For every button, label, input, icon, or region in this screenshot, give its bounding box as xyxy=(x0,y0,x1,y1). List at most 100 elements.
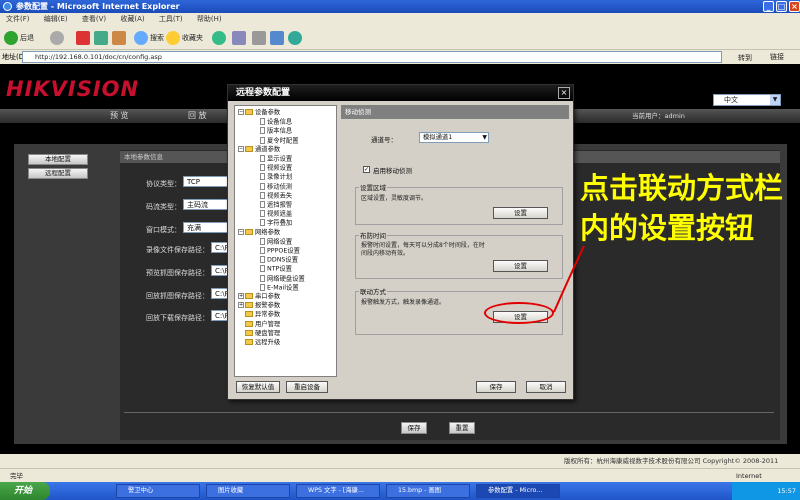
expand-toggle-icon[interactable]: − xyxy=(238,228,244,235)
taskbar-item[interactable]: 15.bmp - 画图 xyxy=(386,484,470,498)
history-button[interactable] xyxy=(212,30,228,46)
tree-item[interactable]: 网络硬盘设置 xyxy=(260,274,305,284)
channel-select[interactable]: 模拟通道1 ▼ xyxy=(419,132,489,143)
tree-item[interactable]: PPPOE设置 xyxy=(260,247,300,256)
tree-item[interactable]: 移动侦测 xyxy=(260,182,292,192)
folder-icon xyxy=(245,311,253,318)
expand-toggle-icon[interactable]: + xyxy=(238,302,244,309)
document-icon xyxy=(260,237,265,245)
dialog-cancel-button[interactable]: 取消 xyxy=(526,381,566,393)
download-path-input[interactable]: C:\P xyxy=(211,310,229,321)
expand-toggle-icon[interactable]: − xyxy=(238,145,244,152)
nav-playback[interactable]: 回 放 xyxy=(188,109,207,123)
status-text: 完毕 xyxy=(10,472,23,480)
address-input[interactable]: http://192.168.0.101/doc/cn/config.asp xyxy=(22,51,722,63)
enable-checkbox[interactable]: ✓ xyxy=(363,166,370,173)
tree-item[interactable]: 异常参数 xyxy=(238,311,280,319)
local-config-button[interactable]: 本地配置 xyxy=(28,154,88,165)
dialog-save-button[interactable]: 保存 xyxy=(476,381,516,393)
schedule-settings-button[interactable]: 设置 xyxy=(493,260,548,272)
restore-defaults-button[interactable]: 恢复默认值 xyxy=(236,381,280,393)
close-icon[interactable]: × xyxy=(789,1,800,12)
dialog-titlebar[interactable]: 远程参数配置 xyxy=(228,85,573,101)
tree-item[interactable]: 字符叠加 xyxy=(260,219,292,228)
tree-item[interactable]: 硬盘管理 xyxy=(238,329,280,338)
expand-toggle-icon[interactable]: − xyxy=(238,109,244,115)
menu-favorites[interactable]: 收藏(A) xyxy=(120,15,144,23)
window-mode-select[interactable]: 充满 xyxy=(183,222,228,233)
download-path-label: 回放下载保存路径： xyxy=(146,314,209,322)
tree-item[interactable]: 录像计划 xyxy=(260,173,292,182)
tree-item[interactable]: 显示设置 xyxy=(260,155,292,164)
nav-preview[interactable]: 预 览 xyxy=(110,109,129,123)
menu-file[interactable]: 文件(F) xyxy=(6,15,30,23)
taskbar-item[interactable]: 警卫中心 xyxy=(116,484,200,498)
tree-item[interactable]: 遮挡报警 xyxy=(260,201,292,210)
tree-item[interactable]: 视频丢失 xyxy=(260,191,292,201)
tree-item[interactable]: 视频遮盖 xyxy=(260,210,292,219)
tree-item[interactable]: 版本信息 xyxy=(260,127,292,136)
forward-arrow-icon xyxy=(50,31,64,45)
tree-item[interactable]: DDNS设置 xyxy=(260,256,298,265)
status-bar: 完毕 Internet xyxy=(0,468,800,482)
stop-button[interactable] xyxy=(76,30,92,46)
tree-item[interactable]: 用户管理 xyxy=(238,320,280,329)
messenger-button[interactable] xyxy=(288,30,304,46)
favorites-button[interactable]: 收藏夹 xyxy=(166,30,203,46)
menu-tools[interactable]: 工具(T) xyxy=(159,15,183,23)
go-button[interactable]: 转到 xyxy=(738,51,752,65)
tree-item[interactable]: 视频设置 xyxy=(260,164,292,173)
preview-snap-input[interactable]: C:\P xyxy=(211,265,229,276)
area-settings-button[interactable]: 设置 xyxy=(493,207,548,219)
protocol-select[interactable]: TCP xyxy=(183,176,228,187)
menu-help[interactable]: 帮助(H) xyxy=(197,15,222,23)
links-button[interactable]: 链接 xyxy=(770,50,784,64)
menu-view[interactable]: 查看(V) xyxy=(82,15,106,23)
page-save-button[interactable]: 保存 xyxy=(401,422,427,434)
taskbar-item-active[interactable]: 参数配置 - Micro... xyxy=(476,484,560,498)
start-button[interactable]: 开始 xyxy=(0,482,50,500)
enable-label: 启用移动侦测 xyxy=(373,167,412,175)
record-path-input[interactable]: C:\P xyxy=(211,242,229,253)
edit-button[interactable] xyxy=(270,30,286,46)
tree-item[interactable]: 夏令时配置 xyxy=(260,136,298,146)
tree-item[interactable]: NTP设置 xyxy=(260,265,292,274)
mail-button[interactable] xyxy=(232,30,248,46)
menu-edit[interactable]: 编辑(E) xyxy=(44,15,68,23)
window-title: 参数配置 - Microsoft Internet Explorer xyxy=(16,2,180,11)
tree-item[interactable]: 网络设置 xyxy=(260,237,292,247)
print-button[interactable] xyxy=(252,30,268,46)
stop-icon xyxy=(76,31,90,45)
refresh-icon xyxy=(94,31,108,45)
language-select[interactable]: 中文 ▼ xyxy=(713,94,781,106)
taskbar-item[interactable]: WPS 文字 - [海康... xyxy=(296,484,380,498)
expand-toggle-icon[interactable]: + xyxy=(238,293,244,299)
tree-item[interactable]: − 网络参数 xyxy=(238,228,280,237)
stream-select[interactable]: 主码流 xyxy=(183,199,228,210)
tree-item[interactable]: − 设备参数 xyxy=(238,109,280,117)
minimize-icon[interactable]: _ xyxy=(763,1,774,12)
tree-item[interactable]: E-Mail设置 xyxy=(260,283,299,293)
forward-button[interactable] xyxy=(50,30,66,46)
remote-config-button[interactable]: 远程配置 xyxy=(28,168,88,179)
back-button[interactable]: 后退 xyxy=(4,30,34,46)
annotation-text: 点击联动方式栏内的设置按钮 xyxy=(580,171,784,245)
tree-item[interactable]: 远程升级 xyxy=(238,339,280,347)
folder-icon xyxy=(245,228,253,235)
tree-item[interactable]: − 通道参数 xyxy=(238,145,280,154)
playback-snap-input[interactable]: C:\P xyxy=(211,288,229,299)
copyright: 版权所有：杭州海康威视数字技术股份有限公司 Copyright© 2008-20… xyxy=(564,457,779,465)
refresh-button[interactable] xyxy=(94,30,110,46)
home-button[interactable] xyxy=(112,30,128,46)
tree-item[interactable]: 设备信息 xyxy=(260,118,292,127)
tree-item[interactable]: + 串口参数 xyxy=(238,293,280,301)
dialog-close-icon[interactable]: × xyxy=(558,87,570,99)
search-button[interactable]: 搜索 xyxy=(134,30,164,46)
document-icon xyxy=(260,201,265,208)
page-reset-button[interactable]: 重置 xyxy=(449,422,475,434)
tree-item[interactable]: + 报警参数 xyxy=(238,302,280,310)
restart-device-button[interactable]: 重启设备 xyxy=(286,381,328,393)
taskbar-item[interactable]: 图片收藏 xyxy=(206,484,290,498)
window-titlebar[interactable]: 参数配置 - Microsoft Internet Explorer _ □ × xyxy=(0,0,800,13)
maximize-icon[interactable]: □ xyxy=(776,1,787,12)
